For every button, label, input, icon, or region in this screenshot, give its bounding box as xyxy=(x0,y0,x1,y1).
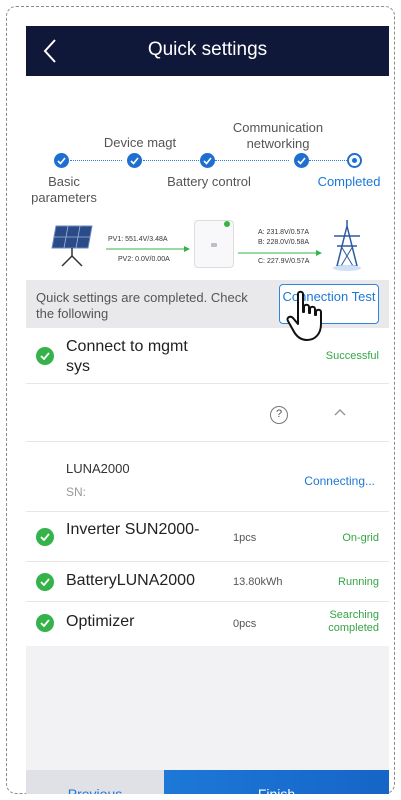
step-connector xyxy=(143,160,205,161)
check-success-icon xyxy=(36,573,54,591)
pointing-hand-icon xyxy=(286,290,322,341)
pv2-reading: PV2: 0.0V/0.00A xyxy=(118,256,170,263)
inverter-icon xyxy=(194,220,234,268)
luna-device-title: LUNA2000 xyxy=(66,461,130,476)
luna-device-status: Connecting... xyxy=(304,474,375,488)
step-connector xyxy=(70,160,122,161)
check-success-icon xyxy=(36,347,54,365)
step-label-battery-control: Battery control xyxy=(167,174,251,189)
row-status: Successful xyxy=(325,350,379,362)
check-row-inverter: Inverter SUN2000- 1pcs On-grid xyxy=(26,512,389,562)
row-quantity: 13.80kWh xyxy=(233,576,283,588)
step-label-basic-parameters: Basic parameters xyxy=(31,174,97,205)
row-status: Searching completed xyxy=(328,609,379,634)
check-success-icon xyxy=(36,614,54,632)
check-row-optimizer: Optimizer 0pcs Searching completed xyxy=(26,602,389,646)
step-done-icon xyxy=(200,153,215,168)
step-done-icon xyxy=(127,153,142,168)
app-header: Quick settings xyxy=(26,26,389,76)
row-quantity: 0pcs xyxy=(233,618,257,630)
check-success-icon xyxy=(36,528,54,546)
row-status: On-grid xyxy=(342,532,379,544)
previous-button[interactable]: Previous xyxy=(26,770,164,794)
row-title: Inverter SUN2000- xyxy=(66,521,200,538)
page-title: Quick settings xyxy=(147,39,268,60)
luna-device-sn: SN: xyxy=(66,485,87,499)
step-label-device-magt: Device magt xyxy=(103,135,177,150)
status-led-icon xyxy=(224,221,230,227)
info-bar: Quick settings are completed. Check the … xyxy=(26,280,389,328)
chevron-up-icon[interactable] xyxy=(332,406,348,418)
phase-c-reading: C: 227.9V/0.57A xyxy=(258,258,310,265)
row-quantity: 1pcs xyxy=(233,532,257,544)
solar-panel-icon xyxy=(51,225,93,267)
step-connector xyxy=(215,160,289,161)
step-done-icon xyxy=(54,153,69,168)
grid-tower-icon xyxy=(333,220,361,271)
flow-arrow xyxy=(106,246,190,252)
row-status: Running xyxy=(338,576,379,588)
finish-button[interactable]: Finish xyxy=(164,770,389,794)
row-title: Optimizer xyxy=(66,613,135,630)
step-label-communication: Communication networking xyxy=(232,120,324,151)
energy-flow-diagram: PV1: 551.4V/3.48A PV2: 0.0V/0.00A A: 231… xyxy=(26,212,389,280)
check-row-battery: BatteryLUNA2000 13.80kWh Running xyxy=(26,562,389,602)
flow-arrow xyxy=(238,250,322,256)
pv1-reading: PV1: 551.4V/3.48A xyxy=(108,236,168,243)
progress-stepper: Device magt Communication networking Bas… xyxy=(26,76,389,212)
row-title: Connect to mgmt sys xyxy=(66,338,188,375)
row-title: BatteryLUNA2000 xyxy=(66,572,195,589)
step-label-completed: Completed xyxy=(317,174,381,189)
check-row-mgmt: Connect to mgmt sys Successful xyxy=(26,328,389,384)
step-done-icon xyxy=(294,153,309,168)
step-connector xyxy=(309,160,347,161)
info-text: Quick settings are completed. Check the … xyxy=(36,290,248,321)
help-icon[interactable]: ? xyxy=(270,406,288,424)
step-current-icon xyxy=(347,153,362,168)
phase-a-reading: A: 231.8V/0.57A xyxy=(258,229,309,236)
phase-b-reading: B: 228.0V/0.58A xyxy=(258,239,309,246)
